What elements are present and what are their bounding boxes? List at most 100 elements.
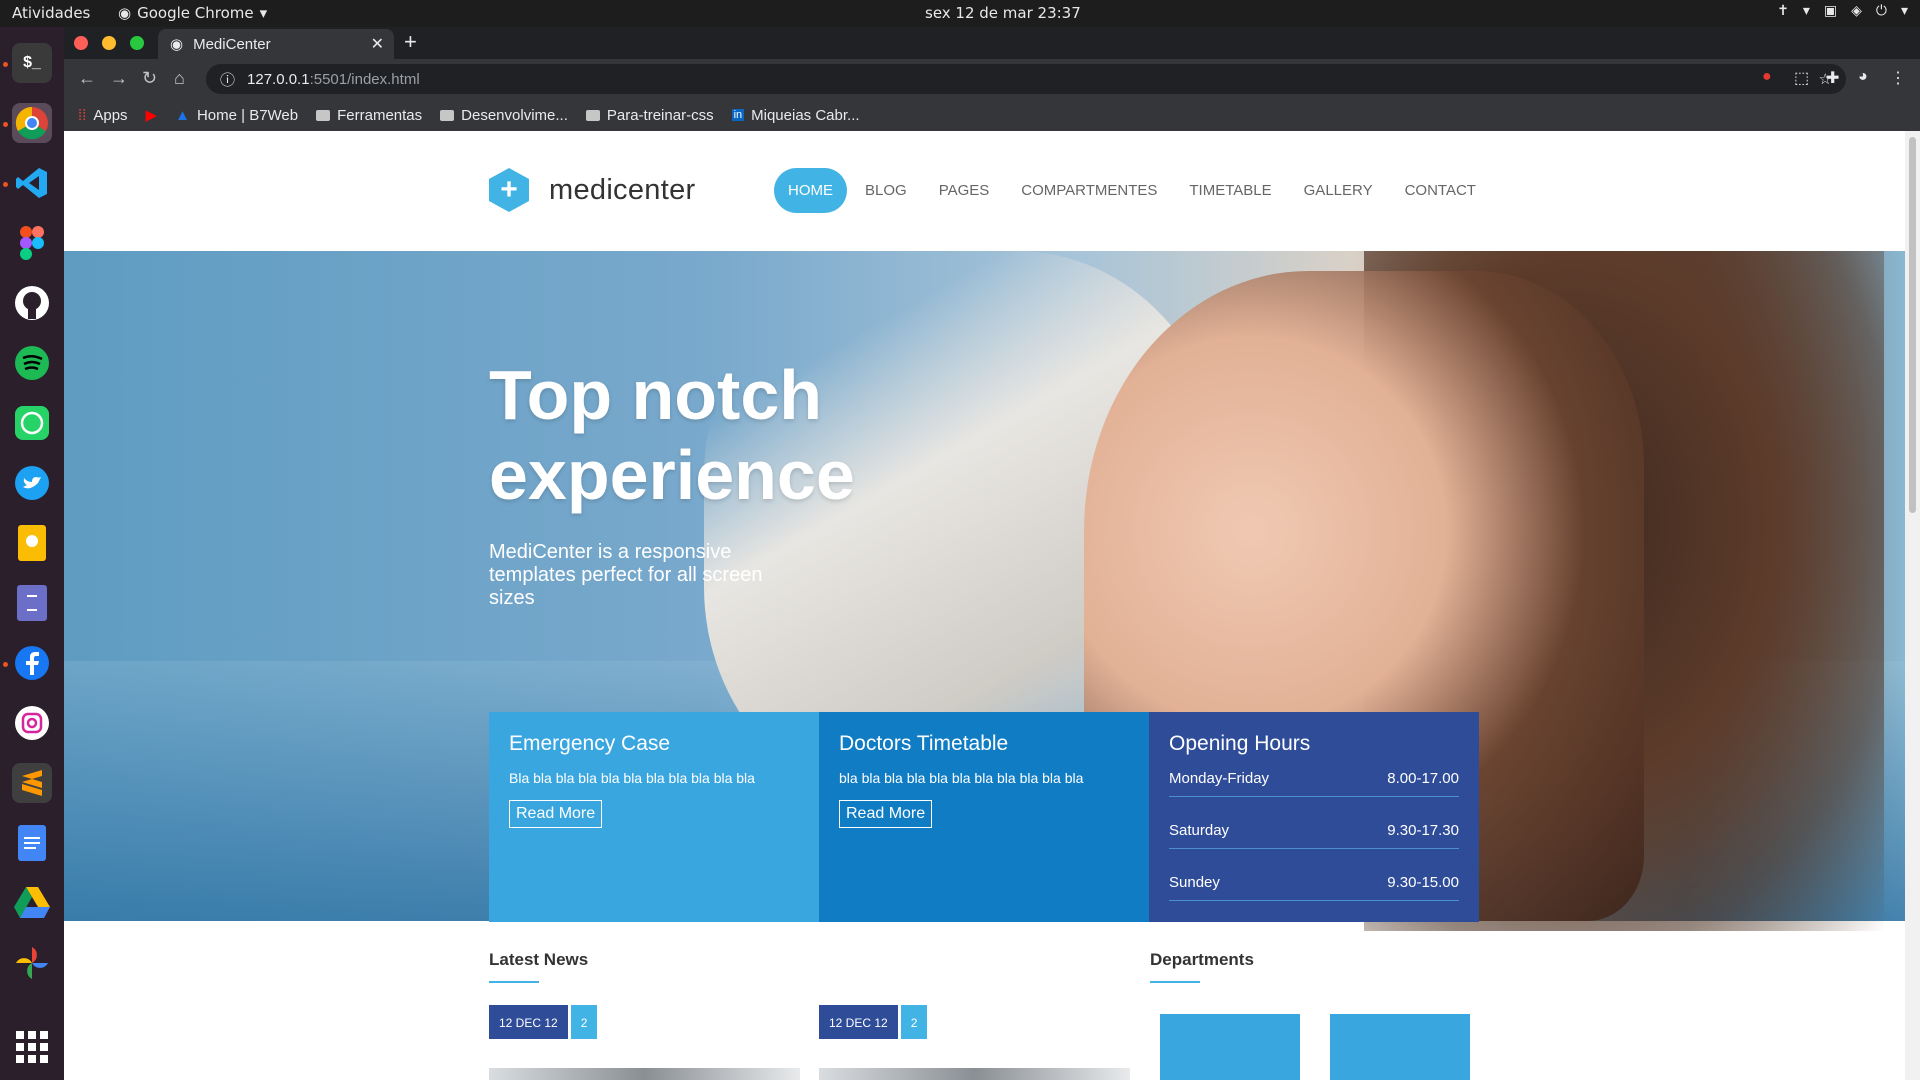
- bookmark-apps[interactable]: ⁞⁞ Apps: [78, 107, 128, 124]
- twitter-icon[interactable]: [12, 463, 52, 503]
- medical-cross-icon: +: [489, 168, 529, 212]
- browser-chrome: ◉ MediCenter ✕ + ← → ↻ ⌂ ⓘ 127.0.0.1:550…: [64, 27, 1920, 131]
- vscode-icon[interactable]: [12, 163, 52, 203]
- b7web-icon: ▲: [175, 106, 190, 124]
- logo-text: medicenter: [549, 173, 696, 206]
- hero-banner: Top notch experience MediCenter is a res…: [64, 251, 1905, 931]
- page-scrollbar[interactable]: [1905, 131, 1920, 1080]
- spotify-icon[interactable]: [12, 343, 52, 383]
- dock: $_: [0, 27, 64, 1080]
- nav-blog[interactable]: BLOG: [851, 168, 921, 213]
- minimize-window-button[interactable]: [102, 36, 116, 50]
- departments-title: Departments: [1150, 950, 1254, 969]
- youtube-icon: ▶: [145, 107, 158, 124]
- folder-icon: [316, 109, 331, 121]
- system-top-bar: Atividades ◉ Google Chrome ▾ sex 12 de m…: [0, 0, 1920, 27]
- nav-contact[interactable]: CONTACT: [1391, 168, 1490, 213]
- docs-icon[interactable]: [12, 823, 52, 863]
- bookmark-desenvolvimento[interactable]: Desenvolvime...: [440, 107, 568, 124]
- bookmark-youtube[interactable]: ▶: [146, 106, 158, 124]
- sublime-text-icon[interactable]: [12, 763, 52, 803]
- screenshot-icon[interactable]: ⬚: [1794, 68, 1809, 88]
- close-tab-icon[interactable]: ✕: [371, 34, 384, 54]
- linkedin-icon: in: [731, 109, 745, 121]
- apps-grid-icon: ⁞⁞: [78, 106, 87, 124]
- running-indicator: [3, 662, 8, 667]
- info-icon[interactable]: ⓘ: [220, 69, 235, 90]
- terminal-icon[interactable]: $_: [12, 43, 52, 83]
- bookmark-para-treinar-css[interactable]: Para-treinar-css: [585, 107, 714, 124]
- figma-icon[interactable]: [12, 223, 52, 263]
- home-icon[interactable]: ⌂: [174, 68, 185, 89]
- reload-icon[interactable]: ↻: [142, 68, 157, 89]
- news-date-badge: 12 DEC 12 2: [819, 1005, 928, 1039]
- show-applications-icon[interactable]: [12, 1027, 52, 1067]
- opening-hours-card: Opening Hours Monday-Friday 8.00-17.00 Sa…: [1149, 712, 1479, 922]
- info-cards: Emergency Case Bla bla bla bla bla bla b…: [489, 712, 1479, 922]
- maximize-window-button[interactable]: [130, 36, 144, 50]
- news-image[interactable]: [819, 1068, 1130, 1080]
- read-more-button[interactable]: Read More: [509, 800, 603, 828]
- nav-pages[interactable]: PAGES: [925, 168, 1004, 213]
- department-tile[interactable]: [1330, 1014, 1470, 1080]
- extension-icon[interactable]: ●: [1762, 68, 1772, 86]
- google-drive-icon[interactable]: [12, 883, 52, 923]
- chrome-icon[interactable]: [12, 103, 52, 143]
- app-menu[interactable]: ◉ Google Chrome ▾: [118, 4, 267, 22]
- news-date-badge: 12 DEC 12 2: [489, 1005, 598, 1039]
- browser-toolbar: ← → ↻ ⌂ ⓘ 127.0.0.1:5501/index.html ☆ ● …: [64, 59, 1920, 99]
- scrollbar-thumb[interactable]: [1909, 137, 1916, 513]
- file-cabinet-icon[interactable]: [12, 583, 52, 623]
- title-underline: [1150, 981, 1200, 983]
- close-window-button[interactable]: [74, 36, 88, 50]
- clock[interactable]: sex 12 de mar 23:37: [925, 4, 1081, 22]
- bookmark-linkedin[interactable]: in Miqueias Cabr...: [731, 107, 860, 124]
- department-tile[interactable]: [1160, 1014, 1300, 1080]
- whatsapp-icon[interactable]: [12, 403, 52, 443]
- nav-compartmentes[interactable]: COMPARTMENTES: [1007, 168, 1171, 213]
- system-tray[interactable]: ✝ ▾ ▣ ◈ ⏻ ▾: [1777, 3, 1908, 19]
- more-menu-icon[interactable]: ⋮: [1890, 68, 1906, 88]
- title-underline: [489, 981, 539, 983]
- news-image[interactable]: [489, 1068, 800, 1080]
- comment-count[interactable]: 2: [900, 1005, 928, 1039]
- bookmark-b7web[interactable]: ▲ Home | B7Web: [175, 107, 298, 124]
- forward-icon[interactable]: →: [110, 68, 128, 89]
- new-tab-button[interactable]: +: [404, 29, 417, 55]
- folder-icon: [440, 109, 455, 121]
- site-logo[interactable]: + medicenter: [489, 168, 695, 212]
- facebook-icon[interactable]: [12, 643, 52, 683]
- address-bar[interactable]: ⓘ 127.0.0.1:5501/index.html ☆: [206, 64, 1846, 94]
- card-text: bla bla bla bla bla bla bla bla bla bla …: [839, 770, 1084, 786]
- main-nav: HOME BLOG PAGES COMPARTMENTES TIMETABLE …: [774, 168, 1490, 213]
- read-more-button[interactable]: Read More: [839, 800, 933, 828]
- profile-avatar[interactable]: ◕: [1858, 68, 1868, 86]
- nav-timetable[interactable]: TIMETABLE: [1175, 168, 1285, 213]
- volume-icon[interactable]: ◈: [1851, 3, 1862, 19]
- url-path: :5501/index.html: [309, 70, 420, 88]
- running-indicator: [3, 122, 8, 127]
- google-photos-icon[interactable]: [12, 943, 52, 983]
- back-icon[interactable]: ←: [78, 68, 96, 89]
- nav-gallery[interactable]: GALLERY: [1290, 168, 1387, 213]
- keep-icon[interactable]: [12, 523, 52, 563]
- hours-row: Monday-Friday 8.00-17.00: [1169, 760, 1459, 797]
- globe-icon: ◉: [170, 36, 184, 53]
- comment-count[interactable]: 2: [570, 1005, 598, 1039]
- tab-strip: ◉ MediCenter ✕ +: [64, 27, 1920, 59]
- chrome-icon: ◉: [118, 4, 132, 22]
- site-header: + medicenter HOME BLOG PAGES COMPARTMENT…: [64, 131, 1905, 251]
- github-icon[interactable]: [12, 283, 52, 323]
- instagram-icon[interactable]: [12, 703, 52, 743]
- puzzle-extensions-icon[interactable]: ✚: [1826, 68, 1839, 88]
- activities-button[interactable]: Atividades: [12, 4, 90, 22]
- running-indicator: [3, 62, 8, 67]
- accessibility-icon[interactable]: ✝: [1777, 3, 1789, 19]
- bookmark-ferramentas[interactable]: Ferramentas: [316, 107, 422, 124]
- power-icon[interactable]: ⏻: [1876, 3, 1887, 19]
- tab-medicenter[interactable]: ◉ MediCenter ✕: [158, 29, 394, 59]
- nav-home[interactable]: HOME: [774, 168, 847, 213]
- card-title: Opening Hours: [1169, 732, 1311, 755]
- screen-icon[interactable]: ▣: [1824, 3, 1837, 19]
- card-text: Bla bla bla bla bla bla bla bla bla bla …: [509, 770, 755, 786]
